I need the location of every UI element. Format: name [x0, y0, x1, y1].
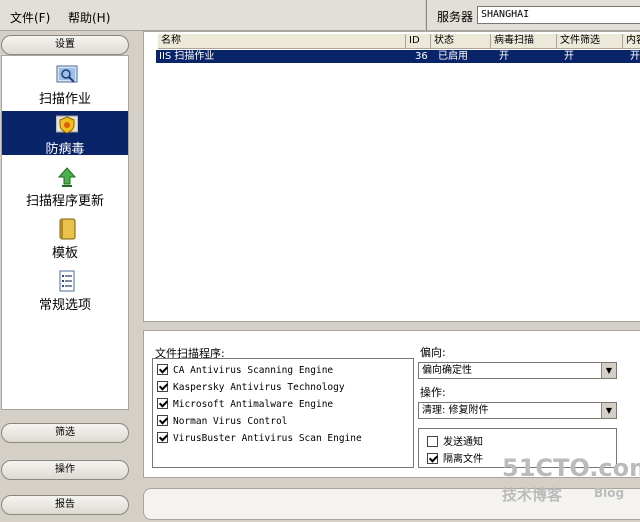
- table-row[interactable]: IIS 扫描作业 36 已启用 开 开 开: [156, 50, 640, 63]
- sidebar-item-label: 模板: [51, 246, 78, 261]
- checkbox[interactable]: [427, 436, 438, 447]
- bias-dropdown[interactable]: 偏向确定性 ▼: [418, 362, 617, 379]
- server-label: 服务器: [437, 10, 474, 24]
- sidebar-item-general-options[interactable]: 常规选项: [2, 270, 128, 314]
- sidebar-item-antivirus[interactable]: 防病毒: [2, 111, 128, 157]
- settings-button[interactable]: 设置: [1, 35, 129, 55]
- action-value: 清理: 修复附件: [422, 405, 489, 416]
- quarantine-file-option[interactable]: 隔离文件: [427, 450, 483, 465]
- bias-label: 偏向:: [420, 346, 446, 359]
- action-label: 操作:: [420, 386, 446, 399]
- filter-button[interactable]: 筛选: [1, 423, 129, 443]
- scan-job-icon: [56, 65, 78, 83]
- scan-job-table: 名称 ID 状态 病毒扫描 文件筛选 内容 IIS 扫描作业 36 已启用 开 …: [143, 31, 640, 322]
- option-label: 发送通知: [443, 437, 483, 448]
- engine-row-microsoft[interactable]: Microsoft Antimalware Engine: [157, 398, 333, 412]
- column-header-name[interactable]: 名称: [158, 34, 406, 49]
- actions-button[interactable]: 操作: [1, 460, 129, 480]
- sidebar-item-label: 防病毒: [45, 142, 85, 157]
- row-status: 已启用: [438, 51, 468, 62]
- checkbox[interactable]: [157, 432, 168, 443]
- reports-button[interactable]: 报告: [1, 495, 129, 515]
- action-dropdown[interactable]: 清理: 修复附件 ▼: [418, 402, 617, 419]
- row-name: IIS 扫描作业: [159, 51, 215, 62]
- row-content: 开: [630, 51, 640, 62]
- row-id: 36: [415, 51, 428, 62]
- sidebar: 设置 扫描作业 防病毒 扫描程序更新 模板 常规选项 筛选 操作 报告: [0, 31, 134, 522]
- sidebar-item-scan-jobs[interactable]: 扫描作业: [2, 64, 128, 108]
- column-header-status[interactable]: 状态: [431, 34, 491, 49]
- engine-row-ca[interactable]: CA Antivirus Scanning Engine: [157, 364, 333, 378]
- antivirus-settings-panel: 文件扫描程序: CA Antivirus Scanning Engine Kas…: [143, 330, 640, 478]
- engine-name: Norman Virus Control: [173, 416, 288, 427]
- chevron-down-icon[interactable]: ▼: [601, 363, 616, 378]
- status-bar: [143, 488, 640, 520]
- option-label: 隔离文件: [443, 454, 483, 465]
- checkbox[interactable]: [157, 415, 168, 426]
- general-options-icon: [59, 270, 75, 292]
- sidebar-item-label: 常规选项: [38, 298, 91, 313]
- row-file-filter: 开: [564, 51, 574, 62]
- chevron-down-icon[interactable]: ▼: [601, 403, 616, 418]
- sidebar-item-scanner-update[interactable]: 扫描程序更新: [2, 166, 128, 210]
- bias-value: 偏向确定性: [422, 365, 472, 376]
- options-group: 发送通知 隔离文件: [418, 428, 617, 468]
- menu-bar: 文件(F) 帮助(H): [0, 0, 425, 31]
- update-arrow-icon: [57, 167, 77, 187]
- engine-name: Kaspersky Antivirus Technology: [173, 382, 345, 393]
- sidebar-item-label: 扫描作业: [38, 92, 91, 107]
- column-header-file-filter[interactable]: 文件筛选: [557, 34, 623, 49]
- checkbox[interactable]: [157, 381, 168, 392]
- engine-row-virusbuster[interactable]: VirusBuster Antivirus Scan Engine: [157, 432, 362, 446]
- engine-row-kaspersky[interactable]: Kaspersky Antivirus Technology: [157, 381, 345, 395]
- engine-name: Microsoft Antimalware Engine: [173, 399, 334, 410]
- row-virus-scan: 开: [499, 51, 509, 62]
- checkbox[interactable]: [157, 364, 168, 375]
- sidebar-item-templates[interactable]: 模板: [2, 218, 128, 262]
- scan-engine-list: CA Antivirus Scanning Engine Kaspersky A…: [152, 358, 414, 468]
- column-header-id[interactable]: ID: [406, 34, 431, 49]
- checkbox[interactable]: [157, 398, 168, 409]
- send-notification-option[interactable]: 发送通知: [427, 433, 483, 448]
- antivirus-shield-icon: [56, 115, 78, 134]
- engine-name: VirusBuster Antivirus Scan Engine: [173, 433, 362, 444]
- nav-panel: 扫描作业 防病毒 扫描程序更新 模板 常规选项: [1, 55, 129, 410]
- server-selector: 服务器 SHANGHAI: [426, 0, 640, 31]
- template-book-icon: [59, 218, 76, 240]
- menu-file[interactable]: 文件(F): [10, 9, 50, 26]
- checkbox[interactable]: [427, 453, 438, 464]
- server-input[interactable]: SHANGHAI: [477, 6, 640, 24]
- column-header-content[interactable]: 内容: [623, 34, 640, 49]
- sidebar-item-label: 扫描程序更新: [25, 194, 104, 209]
- engine-row-norman[interactable]: Norman Virus Control: [157, 415, 287, 429]
- column-header-virus-scan[interactable]: 病毒扫描: [491, 34, 557, 49]
- menu-help[interactable]: 帮助(H): [68, 9, 110, 26]
- engine-name: CA Antivirus Scanning Engine: [173, 365, 334, 376]
